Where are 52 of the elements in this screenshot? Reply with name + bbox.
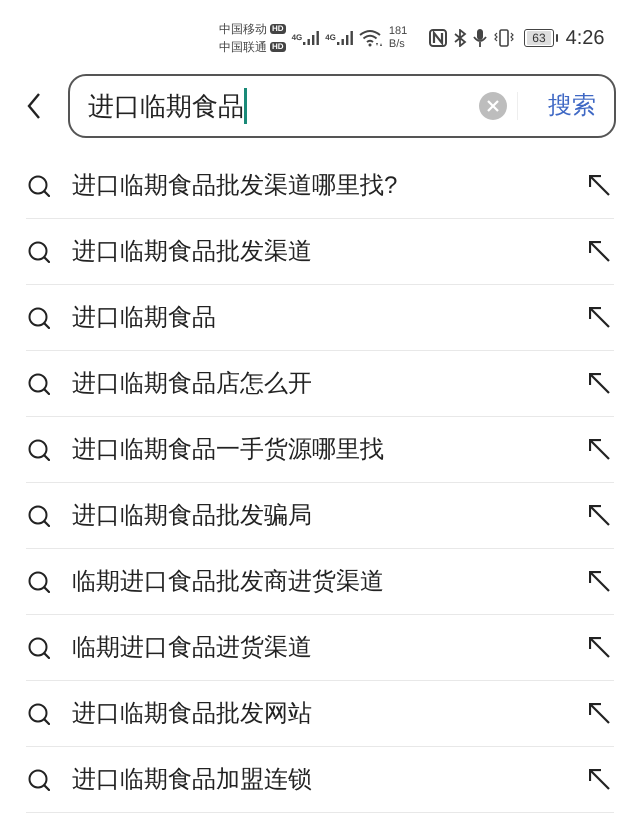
arrow-up-left-icon[interactable] [589, 505, 610, 526]
arrow-up-left-icon[interactable] [589, 241, 610, 262]
back-icon [27, 93, 41, 119]
network-type-label: 4G [325, 33, 336, 42]
search-icon [28, 372, 50, 394]
network-speed-unit: B/s [388, 38, 405, 51]
arrow-up-left-icon[interactable] [589, 571, 610, 592]
arrow-up-left-icon[interactable] [589, 373, 610, 394]
carrier-name: 中国联通 [219, 39, 267, 55]
search-icon [28, 768, 50, 790]
network-type-label: 4G [292, 33, 302, 42]
search-icon [28, 174, 50, 196]
suggestion-link[interactable]: 临期进口食品进货渠道 [72, 632, 312, 664]
search-query-text: 进口临期食品 [88, 90, 244, 123]
arrow-up-left-icon[interactable] [589, 307, 610, 328]
search-icon [28, 636, 50, 658]
suggestion-link[interactable]: 临期进口食品批发商进货渠道 [72, 566, 384, 598]
network-speed-value: 181 [388, 25, 408, 38]
arrow-up-left-icon[interactable] [589, 439, 610, 460]
microphone-icon [473, 29, 488, 47]
search-field[interactable]: 进口临期食品 搜索 [68, 74, 616, 138]
hd-badge: HD [270, 42, 286, 52]
suggestion-link[interactable]: 进口临期食品加盟连锁 [72, 764, 312, 796]
battery-level-text: 63 [527, 31, 551, 45]
close-icon [487, 100, 499, 112]
arrow-up-left-icon[interactable] [589, 175, 610, 196]
arrow-up-left-icon[interactable] [589, 769, 610, 790]
hd-badge: HD [270, 24, 286, 34]
search-icon [28, 438, 50, 460]
search-icon [28, 306, 50, 328]
search-icon [28, 240, 50, 262]
nfc-icon [429, 29, 448, 47]
arrow-up-left-icon[interactable] [589, 637, 610, 658]
carrier-name: 中国移动 [219, 21, 267, 37]
arrow-up-left-icon[interactable] [589, 703, 610, 724]
search-icon [28, 504, 50, 526]
suggestion-link[interactable]: 进口临期食品一手货源哪里找 [72, 434, 384, 466]
bluetooth-icon [453, 29, 468, 47]
signal-bars-icon [303, 31, 320, 45]
wifi-icon [358, 29, 383, 47]
suggestion-link[interactable]: 进口临期食品批发网站 [72, 698, 312, 730]
suggestion-link[interactable]: 进口临期食品批发骗局 [72, 500, 312, 532]
suggestion-link[interactable]: 进口临期食品店怎么开 [72, 368, 312, 400]
search-icon [28, 570, 50, 592]
suggestion-link[interactable]: 进口临期食品 [72, 302, 216, 334]
clock-time: 4:26 [566, 26, 605, 50]
vibrate-icon [493, 29, 516, 47]
search-button[interactable]: 搜索 [548, 91, 596, 121]
search-icon [28, 702, 50, 724]
signal-bars-icon [336, 31, 353, 45]
suggestion-link[interactable]: 进口临期食品批发渠道 [72, 236, 312, 268]
suggestion-link[interactable]: 进口临期食品批发渠道哪里找? [72, 170, 398, 202]
